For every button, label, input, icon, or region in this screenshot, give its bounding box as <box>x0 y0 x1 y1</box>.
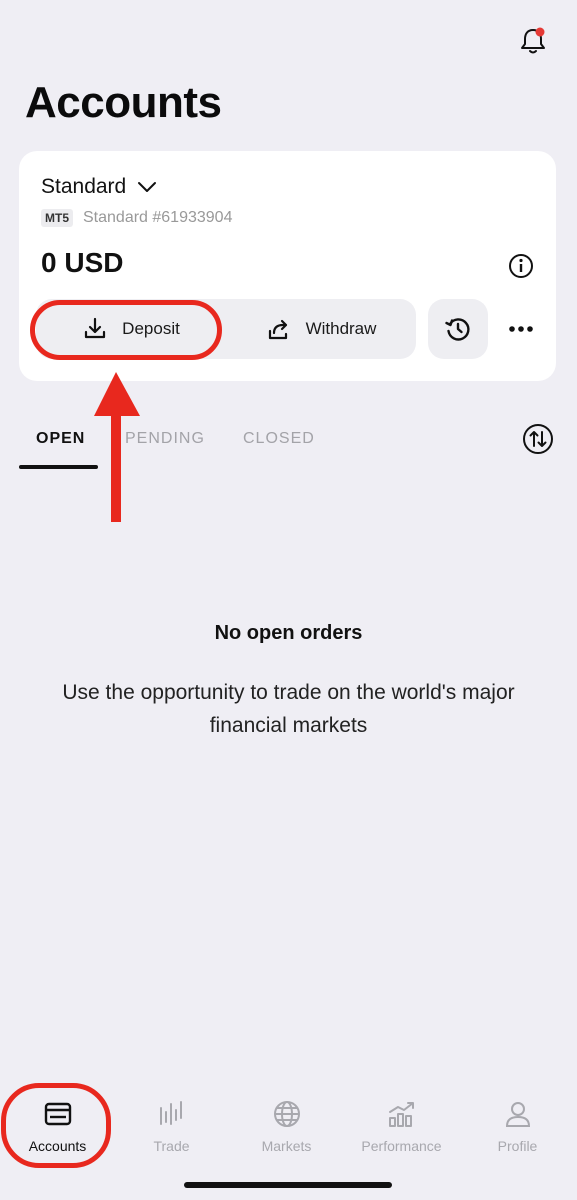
empty-state-description: Use the opportunity to trade on the worl… <box>62 681 515 737</box>
nav-trade[interactable]: Trade <box>114 1098 229 1154</box>
page-title: Accounts <box>25 78 222 127</box>
nav-markets-label: Markets <box>261 1138 312 1154</box>
sort-icon[interactable] <box>521 422 555 456</box>
withdraw-label: Withdraw <box>305 319 377 338</box>
nav-profile-label: Profile <box>497 1138 538 1154</box>
notification-dot <box>535 27 545 37</box>
share-out-icon <box>268 319 287 340</box>
chart-icon <box>388 1102 414 1127</box>
history-icon <box>445 318 470 341</box>
account-meta: MT5 Standard #61933904 <box>41 209 232 227</box>
history-button[interactable] <box>428 299 488 359</box>
tab-active-indicator <box>19 465 98 469</box>
empty-state-title: No open orders <box>214 622 363 644</box>
tab-closed[interactable]: CLOSED <box>243 430 315 448</box>
tab-pending[interactable]: PENDING <box>125 430 205 448</box>
nav-profile[interactable]: Profile <box>460 1098 575 1154</box>
account-number: Standard #61933904 <box>83 209 233 226</box>
more-button[interactable] <box>501 299 541 359</box>
orders-tabs: OPEN PENDING CLOSED <box>19 420 559 470</box>
account-selector[interactable]: Standard <box>41 175 158 199</box>
account-name: Standard <box>41 175 127 198</box>
platform-badge: MT5 <box>41 209 73 227</box>
withdraw-button[interactable]: Withdraw <box>226 299 416 359</box>
annotation-highlight-accounts <box>1 1083 111 1168</box>
user-icon <box>505 1102 530 1127</box>
nav-markets[interactable]: Markets <box>229 1098 344 1154</box>
bell-icon <box>521 27 545 54</box>
nav-trade-label: Trade <box>153 1138 190 1154</box>
chevron-down-icon <box>138 182 157 192</box>
more-icon <box>509 326 533 332</box>
annotation-highlight-deposit <box>30 300 222 360</box>
home-indicator <box>184 1182 392 1188</box>
nav-performance[interactable]: Performance <box>344 1098 459 1154</box>
globe-icon <box>273 1101 300 1127</box>
tab-open[interactable]: OPEN <box>36 430 85 448</box>
nav-performance-label: Performance <box>361 1138 442 1154</box>
info-icon[interactable] <box>507 252 535 280</box>
candles-icon <box>159 1101 182 1125</box>
notifications-button[interactable] <box>516 24 550 58</box>
account-balance: 0 USD <box>41 247 124 278</box>
